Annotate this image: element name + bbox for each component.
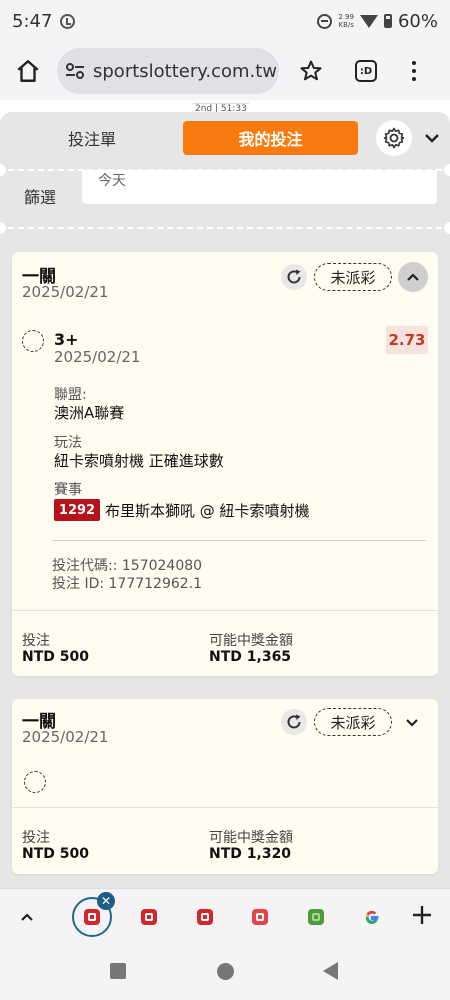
browser-toolbar: sportslottery.com.tw :D <box>0 42 450 100</box>
market-value: 紐卡索噴射機 正確進球數 <box>54 452 224 470</box>
payout-label: 可能中獎金額 <box>209 633 293 649</box>
status-bar: 5:47 2.99 KB/s 60% <box>0 0 450 42</box>
net-speed-unit: KB/s <box>338 21 354 29</box>
site-settings-icon[interactable] <box>65 62 85 80</box>
divider-dot <box>444 164 450 176</box>
bet-tabs: 投注單 我的投注 <box>0 120 450 156</box>
bet-date: 2025/02/21 <box>22 728 109 746</box>
sportslottery-favicon <box>84 909 100 925</box>
url-text: sportslottery.com.tw <box>93 60 278 82</box>
league-label: 聯盟: <box>54 387 87 403</box>
payout-value: NTD 1,365 <box>209 649 292 665</box>
event-name: 布里斯本獅吼 @ 紐卡索噴射機 <box>105 502 310 520</box>
selection-date: 2025/02/21 <box>54 348 141 366</box>
divider-line <box>8 169 442 171</box>
divider <box>12 807 438 808</box>
home-button[interactable] <box>217 963 234 980</box>
filter-row: 今天 篩選 <box>0 164 450 234</box>
chevron-down-icon <box>425 134 439 143</box>
event-number-badge: 1292 <box>54 499 100 521</box>
star-icon[interactable] <box>299 59 323 83</box>
status-indicators: 2.99 KB/s 60% <box>317 11 438 32</box>
recents-button[interactable] <box>110 963 126 979</box>
divider-dot <box>0 164 6 176</box>
status-badge: 未派彩 <box>314 263 392 291</box>
league-value: 澳洲A聯賽 <box>54 404 125 422</box>
selection-name: 3+ <box>54 330 79 349</box>
bet-panel: 投注單 我的投注 今天 篩選 一關 2025/02/21 未派彩 3+ 2025… <box>0 112 450 888</box>
plus-icon[interactable] <box>410 903 434 927</box>
payout-value: NTD 1,320 <box>209 846 292 862</box>
bet-code: 投注代碼:: 157024080 <box>52 558 203 574</box>
market-label: 玩法 <box>54 435 82 451</box>
battery-percent: 60% <box>397 10 438 32</box>
payout-label: 可能中獎金額 <box>209 830 293 846</box>
chevron-up-icon <box>21 912 33 921</box>
tab-media[interactable] <box>252 909 268 925</box>
battery-icon <box>383 14 392 28</box>
filter-select[interactable]: 今天 <box>82 170 437 204</box>
system-nav-bar <box>0 946 450 1000</box>
alarm-icon <box>60 13 76 29</box>
tab-game[interactable] <box>308 909 324 925</box>
address-bar[interactable]: sportslottery.com.tw <box>57 48 279 94</box>
menu-icon[interactable] <box>411 61 417 81</box>
back-button[interactable] <box>323 962 338 980</box>
divider-line <box>8 227 442 229</box>
google-icon[interactable] <box>364 909 380 925</box>
tab-my-bets[interactable]: 我的投注 <box>183 121 358 155</box>
bet-id: 投注 ID: 177712962.1 <box>52 576 203 592</box>
settings-button[interactable] <box>376 120 412 156</box>
browser-tab-strip: ✕ <box>0 888 450 946</box>
filter-label: 篩選 <box>24 188 57 207</box>
divider-dot <box>444 222 450 234</box>
bet-card: 一關 2025/02/21 未派彩 3+ 2025/02/21 2.73 聯盟:… <box>12 252 438 676</box>
stake-label: 投注 <box>22 633 50 649</box>
close-icon[interactable]: ✕ <box>97 892 115 910</box>
net-speed-value: 2.99 <box>338 13 354 21</box>
collapse-bet-button[interactable] <box>398 262 428 292</box>
odds-badge: 2.73 <box>386 326 428 354</box>
refresh-button[interactable] <box>281 709 307 735</box>
tab-switcher-button[interactable]: :D <box>355 60 377 82</box>
status-time: 5:47 <box>12 10 53 32</box>
status-badge: 未派彩 <box>314 708 392 736</box>
expand-bet-button[interactable] <box>401 711 423 733</box>
chevron-up-icon <box>407 272 419 281</box>
gear-icon <box>383 127 405 149</box>
bet-date: 2025/02/21 <box>22 283 109 301</box>
stake-value: NTD 500 <box>22 649 89 665</box>
selection-checkbox[interactable] <box>24 771 46 793</box>
stake-label: 投注 <box>22 830 50 846</box>
divider <box>52 540 426 541</box>
refresh-button[interactable] <box>281 264 307 290</box>
bet-card: 一關 2025/02/21 未派彩 投注 NTD 500 可能中獎金額 NTD … <box>12 699 438 874</box>
net-speed: 2.99 KB/s <box>338 13 354 29</box>
selection-checkbox[interactable] <box>22 330 44 352</box>
tab-sportslottery[interactable] <box>197 909 213 925</box>
refresh-icon <box>287 269 301 284</box>
tab-strip-expand-button[interactable] <box>16 906 38 928</box>
tab-bet-slip[interactable]: 投注單 <box>20 121 164 155</box>
collapse-panel-button[interactable] <box>420 128 444 148</box>
stake-value: NTD 500 <box>22 846 89 862</box>
divider-dot <box>0 222 6 234</box>
wifi-icon <box>359 14 378 28</box>
event-label: 賽事 <box>54 482 82 498</box>
divider <box>12 610 438 611</box>
tab-sportslottery[interactable] <box>141 909 157 925</box>
refresh-icon <box>287 714 301 729</box>
do-not-disturb-icon <box>317 13 333 29</box>
home-icon[interactable] <box>15 58 41 84</box>
chevron-down-icon <box>406 718 418 727</box>
